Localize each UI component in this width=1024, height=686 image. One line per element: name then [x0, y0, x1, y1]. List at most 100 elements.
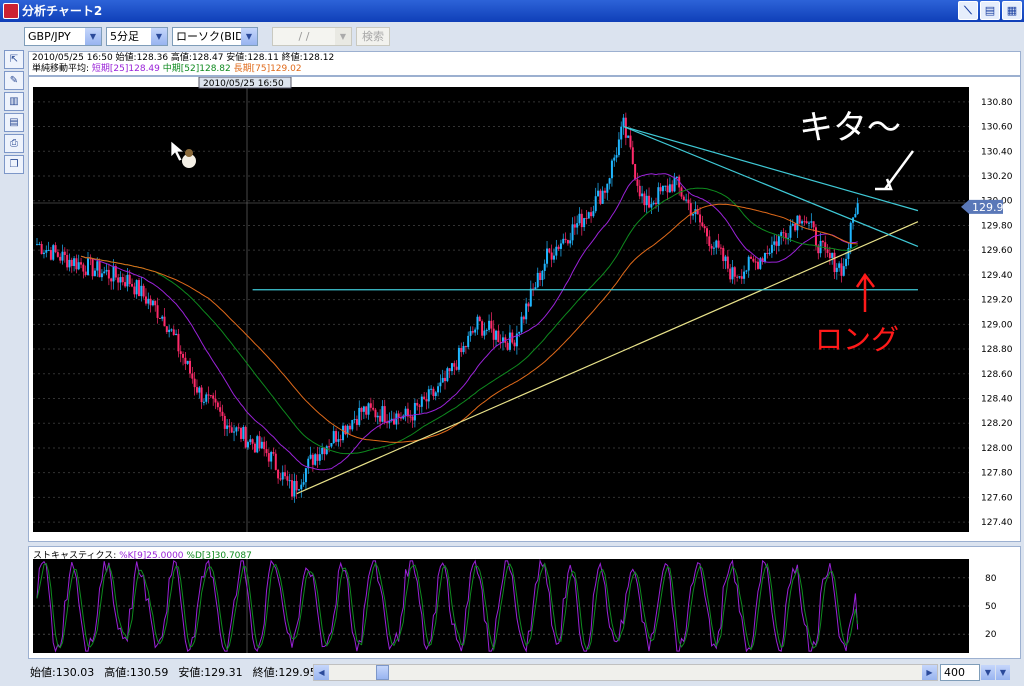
price-chart[interactable]: 130.80130.60130.40130.20130.00129.80129.…: [29, 76, 1020, 541]
candle-body: [161, 316, 164, 319]
candle-body: [242, 426, 245, 439]
count-down-icon[interactable]: ▼: [981, 664, 995, 680]
candle-body: [121, 277, 124, 283]
bar-count-value: 400: [944, 665, 965, 679]
chart-scrollbar[interactable]: ◀ ▶: [313, 663, 938, 681]
candle-body: [736, 276, 739, 278]
scroll-left-icon[interactable]: ◀: [314, 664, 329, 680]
candle-body: [163, 316, 166, 327]
y-tick-label: 130.20: [981, 172, 1013, 182]
candle-body: [240, 428, 243, 439]
candle-body: [692, 214, 695, 216]
pencil-tool-icon[interactable]: ✎: [4, 71, 24, 90]
candle-body: [840, 263, 843, 276]
candle-body: [383, 406, 386, 423]
search-button[interactable]: 検索: [356, 26, 390, 46]
candle-body: [814, 227, 817, 246]
candle-body: [230, 427, 233, 433]
candle-body: [430, 388, 433, 390]
candle-body: [427, 389, 430, 402]
candle-body: [754, 261, 757, 263]
tile-icon[interactable]: ⟍: [958, 1, 978, 20]
candle-body: [297, 489, 300, 491]
chart-type-select[interactable]: ローソク(BID) ▼: [172, 26, 258, 46]
candle-body: [854, 213, 857, 218]
candle-body: [488, 320, 491, 330]
candle-body: [244, 426, 247, 448]
candle-body: [613, 157, 616, 161]
candle-body: [541, 270, 544, 281]
stochastics-chart[interactable]: 80 50 20: [29, 547, 1020, 658]
candle-body: [645, 195, 648, 206]
candle-body: [332, 431, 335, 444]
candle-body: [293, 480, 296, 497]
candle-body: [743, 271, 746, 279]
candle-body: [335, 431, 338, 442]
pair-select[interactable]: GBP/JPY ▼: [24, 26, 102, 46]
candle-body: [52, 245, 55, 260]
print-icon[interactable]: ⎙: [4, 134, 24, 153]
candle-body: [279, 478, 282, 480]
candle-body: [601, 190, 604, 204]
grid-icon[interactable]: ▦: [1002, 1, 1022, 20]
candle-body: [156, 305, 159, 318]
cursor-tool-icon[interactable]: ⇱: [4, 50, 24, 69]
candle-body: [506, 342, 509, 350]
candle-body: [270, 452, 273, 462]
candle-body: [437, 386, 440, 393]
chevron-down-icon: ▼: [335, 27, 351, 45]
window-icon[interactable]: ❐: [4, 155, 24, 174]
stochastics-panel[interactable]: 80 50 20 ストキャスティクス: %K[9]25.0000 %D[3]30.7…: [28, 546, 1021, 659]
candle-body: [66, 254, 69, 268]
candle-body: [710, 245, 713, 249]
candle-body: [413, 402, 416, 421]
candle-body: [576, 223, 579, 228]
candle-body: [291, 480, 294, 497]
candle-body: [328, 446, 331, 448]
indicator-icon[interactable]: ▤: [4, 113, 24, 132]
candle-body: [295, 480, 298, 491]
candle-body: [70, 259, 73, 267]
count-next-icon[interactable]: ▼: [996, 664, 1010, 680]
candle-body: [117, 277, 120, 283]
candle-body: [668, 184, 671, 193]
candle-body: [856, 203, 859, 214]
bar-count-field[interactable]: 400: [940, 663, 980, 681]
info-panel: 2010/05/25 16:50 始値:128.36 高値:128.47 安値:…: [28, 51, 1021, 76]
window-title: 分析チャート2: [22, 4, 103, 18]
candle-body: [284, 472, 287, 477]
candle-body: [175, 333, 178, 336]
candle-body: [552, 255, 555, 260]
candle-body: [842, 266, 845, 276]
y-tick-label: 127.40: [981, 518, 1013, 528]
candle-body: [701, 222, 704, 227]
candle-body: [518, 331, 521, 334]
chevron-down-icon: ▼: [85, 27, 101, 45]
bar-chart-icon[interactable]: ▥: [4, 92, 24, 111]
candle-body: [202, 401, 205, 403]
candle-body: [304, 468, 307, 483]
list-icon[interactable]: ▤: [980, 1, 1000, 20]
candle-body: [119, 277, 122, 283]
candle-body: [821, 240, 824, 243]
date-input[interactable]: / / ▼: [272, 26, 352, 46]
candle-body: [648, 195, 651, 208]
candle-body: [536, 272, 539, 288]
candle-body: [685, 199, 688, 201]
candle-body: [520, 316, 523, 332]
scroll-thumb[interactable]: [376, 664, 389, 680]
candle-body: [277, 469, 280, 479]
candle-body: [418, 405, 421, 407]
candle-body: [763, 252, 766, 262]
candle-body: [849, 222, 852, 248]
price-chart-panel[interactable]: 130.80130.60130.40130.20130.00129.80129.…: [28, 76, 1021, 542]
timeframe-select[interactable]: 5分足 ▼: [106, 26, 168, 46]
candle-body: [780, 232, 783, 237]
candle-body: [661, 185, 664, 192]
candle-body: [508, 332, 511, 350]
candle-body: [731, 267, 734, 280]
candle-body: [715, 240, 718, 248]
candle-body: [622, 117, 625, 127]
scroll-right-icon[interactable]: ▶: [922, 664, 937, 680]
annotation-top: キタ〜: [799, 108, 901, 148]
